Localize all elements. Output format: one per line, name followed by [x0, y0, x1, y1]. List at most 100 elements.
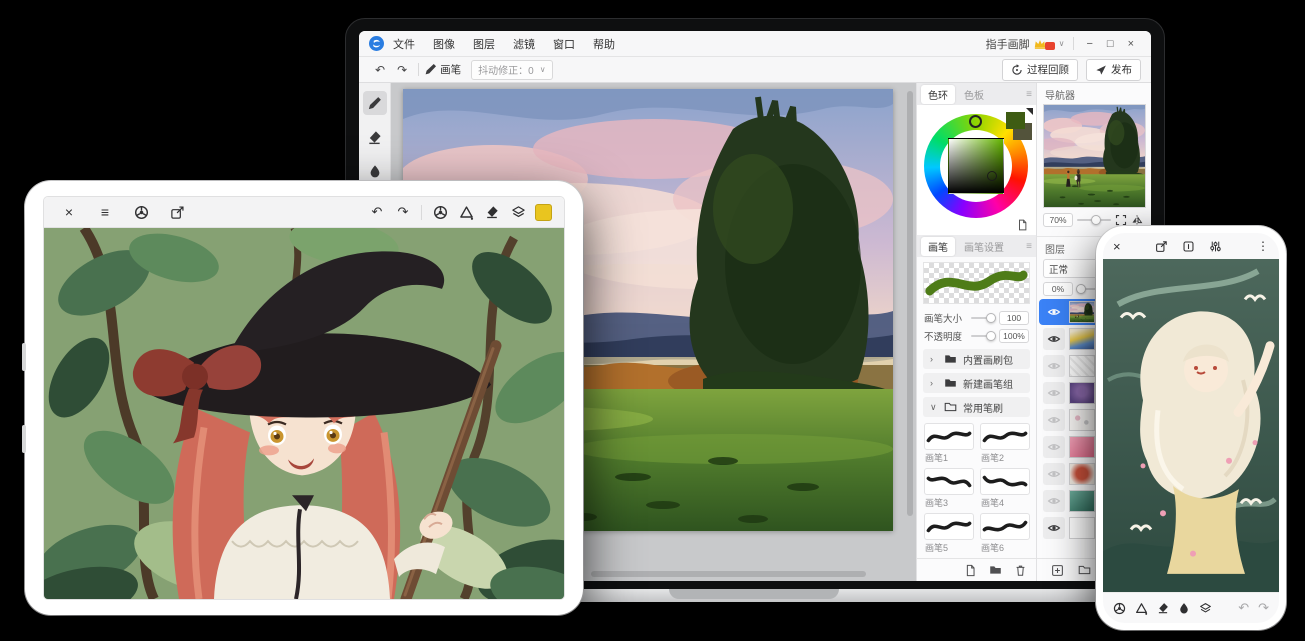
- brush-item[interactable]: 画笔4: [980, 468, 1030, 509]
- brush-item[interactable]: 画笔1: [924, 423, 974, 464]
- layer-thumbnail: [1069, 436, 1095, 458]
- process-review-button[interactable]: 过程回顾: [1002, 59, 1078, 81]
- eraser-icon[interactable]: [1157, 602, 1169, 614]
- visibility-eye-icon[interactable]: [1043, 517, 1065, 539]
- brush-opacity-value[interactable]: 100%: [999, 329, 1029, 343]
- close-button[interactable]: ×: [1121, 38, 1141, 50]
- brush-group-builtin[interactable]: › 内置画刷包: [923, 349, 1030, 369]
- eraser-icon[interactable]: [479, 199, 505, 225]
- menu-image[interactable]: 图像: [424, 36, 464, 52]
- menu-file[interactable]: 文件: [384, 36, 424, 52]
- eraser-tool-button[interactable]: [363, 125, 387, 149]
- tablet-toolbar: × ≡ ↶ ↷: [44, 197, 564, 228]
- color-palette-icon[interactable]: [128, 199, 154, 225]
- brush-panel-menu-icon[interactable]: ≡: [1026, 241, 1032, 252]
- add-layer-icon[interactable]: [1051, 564, 1064, 577]
- delete-brush-icon[interactable]: [1015, 564, 1026, 577]
- phone-bottombar: ↶ ↷: [1103, 592, 1279, 623]
- zoom-slider[interactable]: [1077, 219, 1111, 221]
- menu-layer[interactable]: 图层: [464, 36, 504, 52]
- phone-canvas[interactable]: [1103, 259, 1279, 592]
- brush-item[interactable]: 画笔5: [924, 513, 974, 554]
- tab-brush[interactable]: 画笔: [921, 237, 955, 256]
- layer-group-icon[interactable]: [1078, 565, 1091, 575]
- more-icon[interactable]: ⋮: [1257, 239, 1269, 253]
- account-name[interactable]: 指手画脚: [986, 36, 1030, 52]
- smudge-icon[interactable]: [1178, 602, 1190, 614]
- canvas-icon[interactable]: [1182, 240, 1195, 253]
- swap-colors-icon[interactable]: [1026, 108, 1033, 115]
- account-chevron-down-icon[interactable]: ∨: [1055, 39, 1069, 48]
- visibility-eye-icon[interactable]: [1043, 436, 1065, 458]
- visibility-eye-icon[interactable]: [1043, 409, 1065, 431]
- palette-wheel-icon[interactable]: [427, 199, 453, 225]
- undo-button[interactable]: ↶: [1238, 600, 1249, 616]
- visibility-eye-icon[interactable]: [1043, 328, 1065, 350]
- foreground-color-swatch[interactable]: [1006, 112, 1025, 129]
- menu-window[interactable]: 窗口: [544, 36, 584, 52]
- smudge-tool-button[interactable]: [363, 159, 387, 183]
- visibility-eye-icon[interactable]: [1043, 382, 1065, 404]
- export-icon[interactable]: [164, 199, 190, 225]
- redo-button[interactable]: ↷: [390, 199, 416, 225]
- brush-group-new[interactable]: › 新建画笔组: [923, 373, 1030, 393]
- horizontal-scrollbar[interactable]: [591, 571, 866, 577]
- layers-icon[interactable]: [1199, 602, 1212, 615]
- brush-opacity-slider[interactable]: [971, 335, 994, 337]
- new-folder-icon[interactable]: [989, 565, 1002, 575]
- color-palette-icon[interactable]: [1113, 602, 1126, 615]
- undo-button[interactable]: ↶: [369, 63, 391, 77]
- new-brush-icon[interactable]: [965, 564, 976, 577]
- zoom-value[interactable]: 70%: [1043, 213, 1073, 227]
- visibility-eye-icon[interactable]: [1043, 301, 1065, 323]
- visibility-eye-icon[interactable]: [1043, 355, 1065, 377]
- tablet-canvas[interactable]: [44, 228, 564, 599]
- saturation-value-square[interactable]: [948, 138, 1004, 194]
- publish-button[interactable]: 发布: [1086, 59, 1141, 81]
- current-color-swatch[interactable]: [535, 204, 552, 221]
- flip-horizontal-icon[interactable]: [1131, 214, 1143, 226]
- color-panel-tabs: 色环 色板 ≡: [917, 83, 1036, 105]
- visibility-eye-icon[interactable]: [1043, 463, 1065, 485]
- brush-panel-actions: [917, 558, 1036, 581]
- menu-filter[interactable]: 滤镜: [504, 36, 544, 52]
- navigator-thumbnail[interactable]: [1043, 104, 1146, 208]
- undo-button[interactable]: ↶: [364, 199, 390, 225]
- brush-size-slider[interactable]: [971, 317, 994, 319]
- tab-color-wheel[interactable]: 色环: [921, 85, 955, 104]
- hue-selector[interactable]: [969, 115, 982, 128]
- brush-item[interactable]: 画笔2: [980, 423, 1030, 464]
- layer-thumbnail: [1069, 517, 1095, 539]
- new-swatch-icon[interactable]: [1017, 219, 1028, 231]
- close-icon[interactable]: ×: [1113, 239, 1121, 254]
- menu-icon[interactable]: ≡: [92, 199, 118, 225]
- brush-group-common[interactable]: ∨ 常用笔刷: [923, 397, 1030, 417]
- minimize-button[interactable]: −: [1079, 38, 1099, 50]
- brush-tool-button[interactable]: [363, 91, 387, 115]
- visibility-eye-icon[interactable]: [1043, 490, 1065, 512]
- stabilizer-dropdown[interactable]: 抖动修正：0 ∨: [471, 60, 552, 80]
- close-icon[interactable]: ×: [56, 199, 82, 225]
- tab-color-swatches[interactable]: 色板: [957, 85, 991, 104]
- maximize-button[interactable]: □: [1100, 38, 1121, 50]
- brush-shape-icon[interactable]: [453, 199, 479, 225]
- tablet-volume-button: [22, 425, 26, 453]
- brush-size-value[interactable]: 100: [999, 311, 1029, 325]
- layer-opacity-value[interactable]: 0%: [1043, 282, 1073, 296]
- layers-icon[interactable]: [505, 199, 531, 225]
- fit-screen-icon[interactable]: [1115, 214, 1127, 226]
- adjustments-icon[interactable]: [1209, 240, 1222, 253]
- brush-item[interactable]: 画笔3: [924, 468, 974, 509]
- phone-topbar: × ⋮: [1103, 233, 1279, 259]
- review-icon: [1011, 64, 1023, 76]
- brush-item[interactable]: 画笔6: [980, 513, 1030, 554]
- menu-help[interactable]: 帮助: [584, 36, 624, 52]
- color-panel-menu-icon[interactable]: ≡: [1026, 89, 1032, 100]
- vertical-scrollbar[interactable]: [907, 91, 913, 516]
- redo-button[interactable]: ↷: [1258, 600, 1269, 616]
- redo-button[interactable]: ↷: [391, 63, 413, 77]
- sv-selector[interactable]: [987, 171, 997, 181]
- tab-brush-settings[interactable]: 画笔设置: [957, 237, 1011, 256]
- export-icon[interactable]: [1155, 240, 1168, 253]
- brush-shape-icon[interactable]: [1135, 602, 1148, 615]
